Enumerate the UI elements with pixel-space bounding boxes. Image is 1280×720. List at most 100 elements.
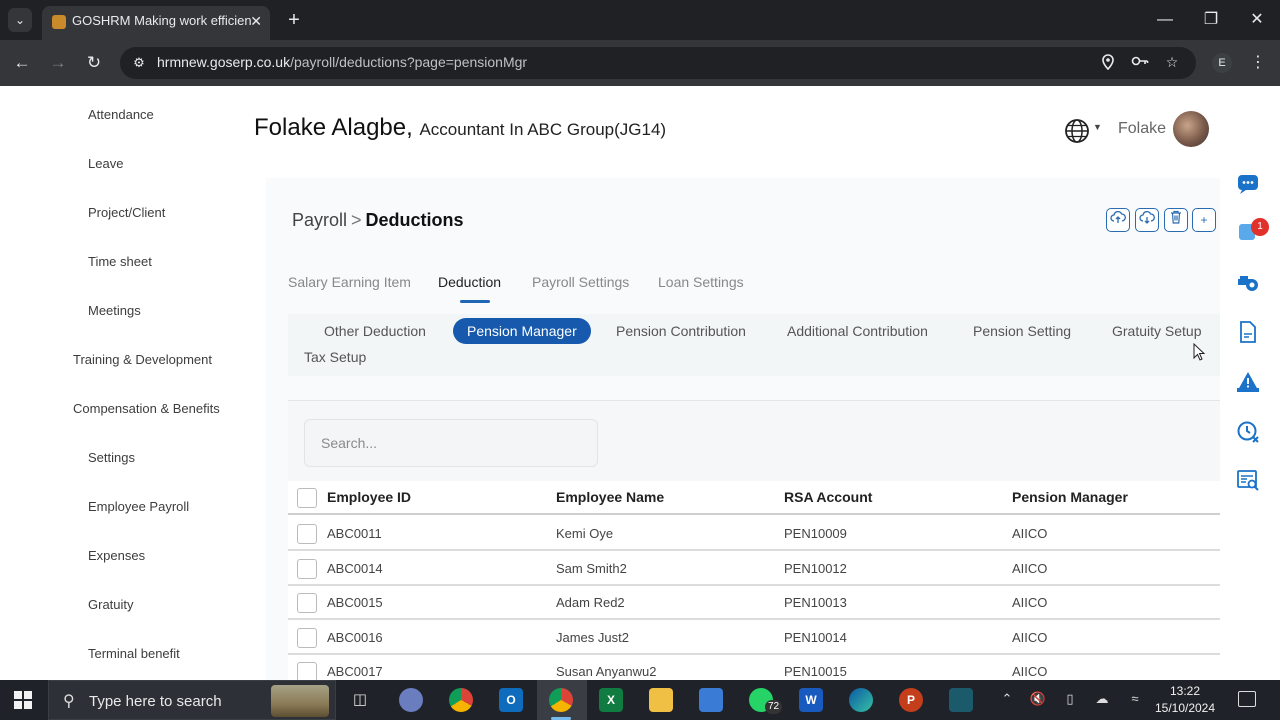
onedrive-icon[interactable]: ☁ (1093, 691, 1111, 707)
select-all-checkbox[interactable] (297, 488, 317, 508)
subtab-tax-setup[interactable]: Tax Setup (290, 344, 380, 370)
restore-button[interactable]: ❐ (1196, 8, 1226, 32)
globe-language-icon[interactable] (1064, 118, 1090, 144)
location-icon[interactable] (1098, 54, 1118, 73)
sidebar-item-terminal-benefit[interactable]: Terminal benefit (88, 646, 180, 661)
search-highlight-image (271, 685, 329, 717)
chrome-icon[interactable] (449, 688, 473, 712)
app-palette-icon[interactable] (399, 688, 423, 712)
tab-salary-earning-item[interactable]: Salary Earning Item (288, 274, 411, 290)
sidebar-item-settings[interactable]: Settings (88, 450, 135, 465)
action-center-icon[interactable] (1238, 691, 1256, 707)
tab-search-menu-button[interactable]: ⌄ (8, 8, 32, 32)
document-icon[interactable] (1236, 320, 1260, 344)
file-explorer-icon[interactable] (649, 688, 673, 712)
address-bar[interactable]: ⚙ hrmnew.goserp.co.uk/payroll/deductions… (120, 47, 1196, 79)
column-header[interactable]: Employee ID (327, 489, 411, 505)
search-input[interactable] (304, 419, 598, 467)
forward-button[interactable]: → (46, 51, 70, 75)
task-view-icon[interactable]: ◫ (348, 688, 372, 712)
sidebar-item-leave[interactable]: Leave (88, 156, 123, 171)
pension-manager: AIICO (1012, 630, 1048, 645)
table-row[interactable]: ABC0014 Sam Smith2 PEN10012 AIICO (288, 552, 1220, 586)
windows-start-icon[interactable] (14, 691, 32, 709)
sidebar-item-expenses[interactable]: Expenses (88, 548, 145, 563)
subtab-pension-manager[interactable]: Pension Manager (453, 318, 591, 344)
taskbar-search-box[interactable]: ⚲ Type here to search (48, 680, 336, 720)
browser-tab[interactable]: GOSHRM Making work efficien ✕ (42, 6, 270, 40)
subtab-pension-setting[interactable]: Pension Setting (959, 318, 1085, 344)
table-row[interactable]: ABC0011 Kemi Oye PEN10009 AIICO (288, 517, 1220, 551)
microsoft-store-icon[interactable] (699, 688, 723, 712)
bookmark-star-icon[interactable]: ☆ (1162, 54, 1182, 71)
sidebar-item-gratuity[interactable]: Gratuity (88, 597, 134, 612)
chat-icon[interactable] (1236, 172, 1260, 196)
chrome-profile-icon[interactable] (549, 688, 573, 712)
battery-icon[interactable]: ▯ (1061, 691, 1079, 707)
subtab-other-deduction[interactable]: Other Deduction (310, 318, 440, 344)
upload-button[interactable] (1106, 208, 1130, 232)
row-checkbox[interactable] (297, 662, 317, 682)
delete-button[interactable] (1164, 208, 1188, 232)
sidebar-item-employee-payroll[interactable]: Employee Payroll (88, 499, 189, 514)
new-tab-button[interactable]: + (282, 8, 306, 32)
tab-close-icon[interactable]: ✕ (250, 6, 262, 36)
column-header[interactable]: Employee Name (556, 489, 664, 505)
profile-avatar[interactable]: E (1212, 53, 1232, 73)
password-key-icon[interactable] (1130, 54, 1150, 70)
column-header[interactable]: RSA Account (784, 489, 872, 505)
subtab-additional-contribution[interactable]: Additional Contribution (773, 318, 942, 344)
screen-recorder-icon[interactable] (949, 688, 973, 712)
download-button[interactable] (1135, 208, 1159, 232)
breadcrumb: Payroll > Deductions (292, 210, 464, 231)
browser-tab-bar: ⌄ GOSHRM Making work efficien ✕ + — ❐ ✕ (0, 0, 1280, 40)
sidebar-item-attendance[interactable]: Attendance (88, 107, 154, 122)
breadcrumb-parent[interactable]: Payroll (292, 210, 347, 230)
clock-cancel-icon[interactable] (1236, 420, 1260, 444)
word-icon[interactable]: W (799, 688, 823, 712)
wifi-icon[interactable]: ≈ (1126, 691, 1144, 706)
sidebar-item-meetings[interactable]: Meetings (88, 303, 141, 318)
back-button[interactable]: ← (10, 51, 34, 75)
clock-date: 15/10/2024 (1154, 701, 1216, 715)
site-info-icon[interactable]: ⚙ (130, 54, 148, 72)
pension-manager: AIICO (1012, 595, 1048, 610)
tab-deduction[interactable]: Deduction (438, 274, 501, 290)
outlook-icon[interactable]: O (499, 688, 523, 712)
chevron-down-icon[interactable]: ▼ (1093, 122, 1102, 132)
row-checkbox[interactable] (297, 628, 317, 648)
sidebar-item-compensation[interactable]: Compensation & Benefits (73, 401, 220, 416)
browser-menu-icon[interactable]: ⋮ (1248, 52, 1268, 72)
powerpoint-icon[interactable]: P (899, 688, 923, 712)
sidebar-item-project-client[interactable]: Project/Client (88, 205, 165, 220)
table-row[interactable]: ABC0015 Adam Red2 PEN10013 AIICO (288, 586, 1220, 620)
volume-muted-icon[interactable]: 🔇 (1029, 691, 1047, 707)
row-checkbox[interactable] (297, 593, 317, 613)
clock-time: 13:22 (1169, 684, 1201, 698)
row-checkbox[interactable] (297, 559, 317, 579)
sidebar-item-training[interactable]: Training & Development (73, 352, 212, 367)
rsa-account: PEN10015 (784, 664, 847, 679)
tab-loan-settings[interactable]: Loan Settings (658, 274, 744, 290)
table-row[interactable]: ABC0016 James Just2 PEN10014 AIICO (288, 621, 1220, 655)
edge-icon[interactable] (849, 688, 873, 712)
reload-button[interactable]: ↻ (82, 51, 106, 75)
close-window-button[interactable]: ✕ (1242, 8, 1272, 32)
column-header[interactable]: Pension Manager (1012, 489, 1128, 505)
avatar[interactable] (1173, 111, 1209, 147)
warning-icon[interactable] (1236, 370, 1260, 394)
sidebar-item-time-sheet[interactable]: Time sheet (88, 254, 152, 269)
row-checkbox[interactable] (297, 524, 317, 544)
whistle-icon[interactable] (1236, 270, 1260, 294)
minimize-button[interactable]: — (1150, 8, 1180, 32)
system-clock[interactable]: 13:22 15/10/2024 (1150, 683, 1220, 717)
url-path: /payroll/deductions?page=pensionMgr (290, 54, 528, 70)
excel-icon[interactable]: X (599, 688, 623, 712)
tray-overflow-icon[interactable]: ⌃ (998, 691, 1016, 707)
subtab-gratuity-setup[interactable]: Gratuity Setup (1098, 318, 1216, 344)
tab-payroll-settings[interactable]: Payroll Settings (532, 274, 629, 290)
subtab-pension-contribution[interactable]: Pension Contribution (602, 318, 760, 344)
report-search-icon[interactable] (1236, 468, 1260, 492)
user-short-name[interactable]: Folake (1118, 120, 1166, 138)
add-button[interactable]: + (1192, 208, 1216, 232)
